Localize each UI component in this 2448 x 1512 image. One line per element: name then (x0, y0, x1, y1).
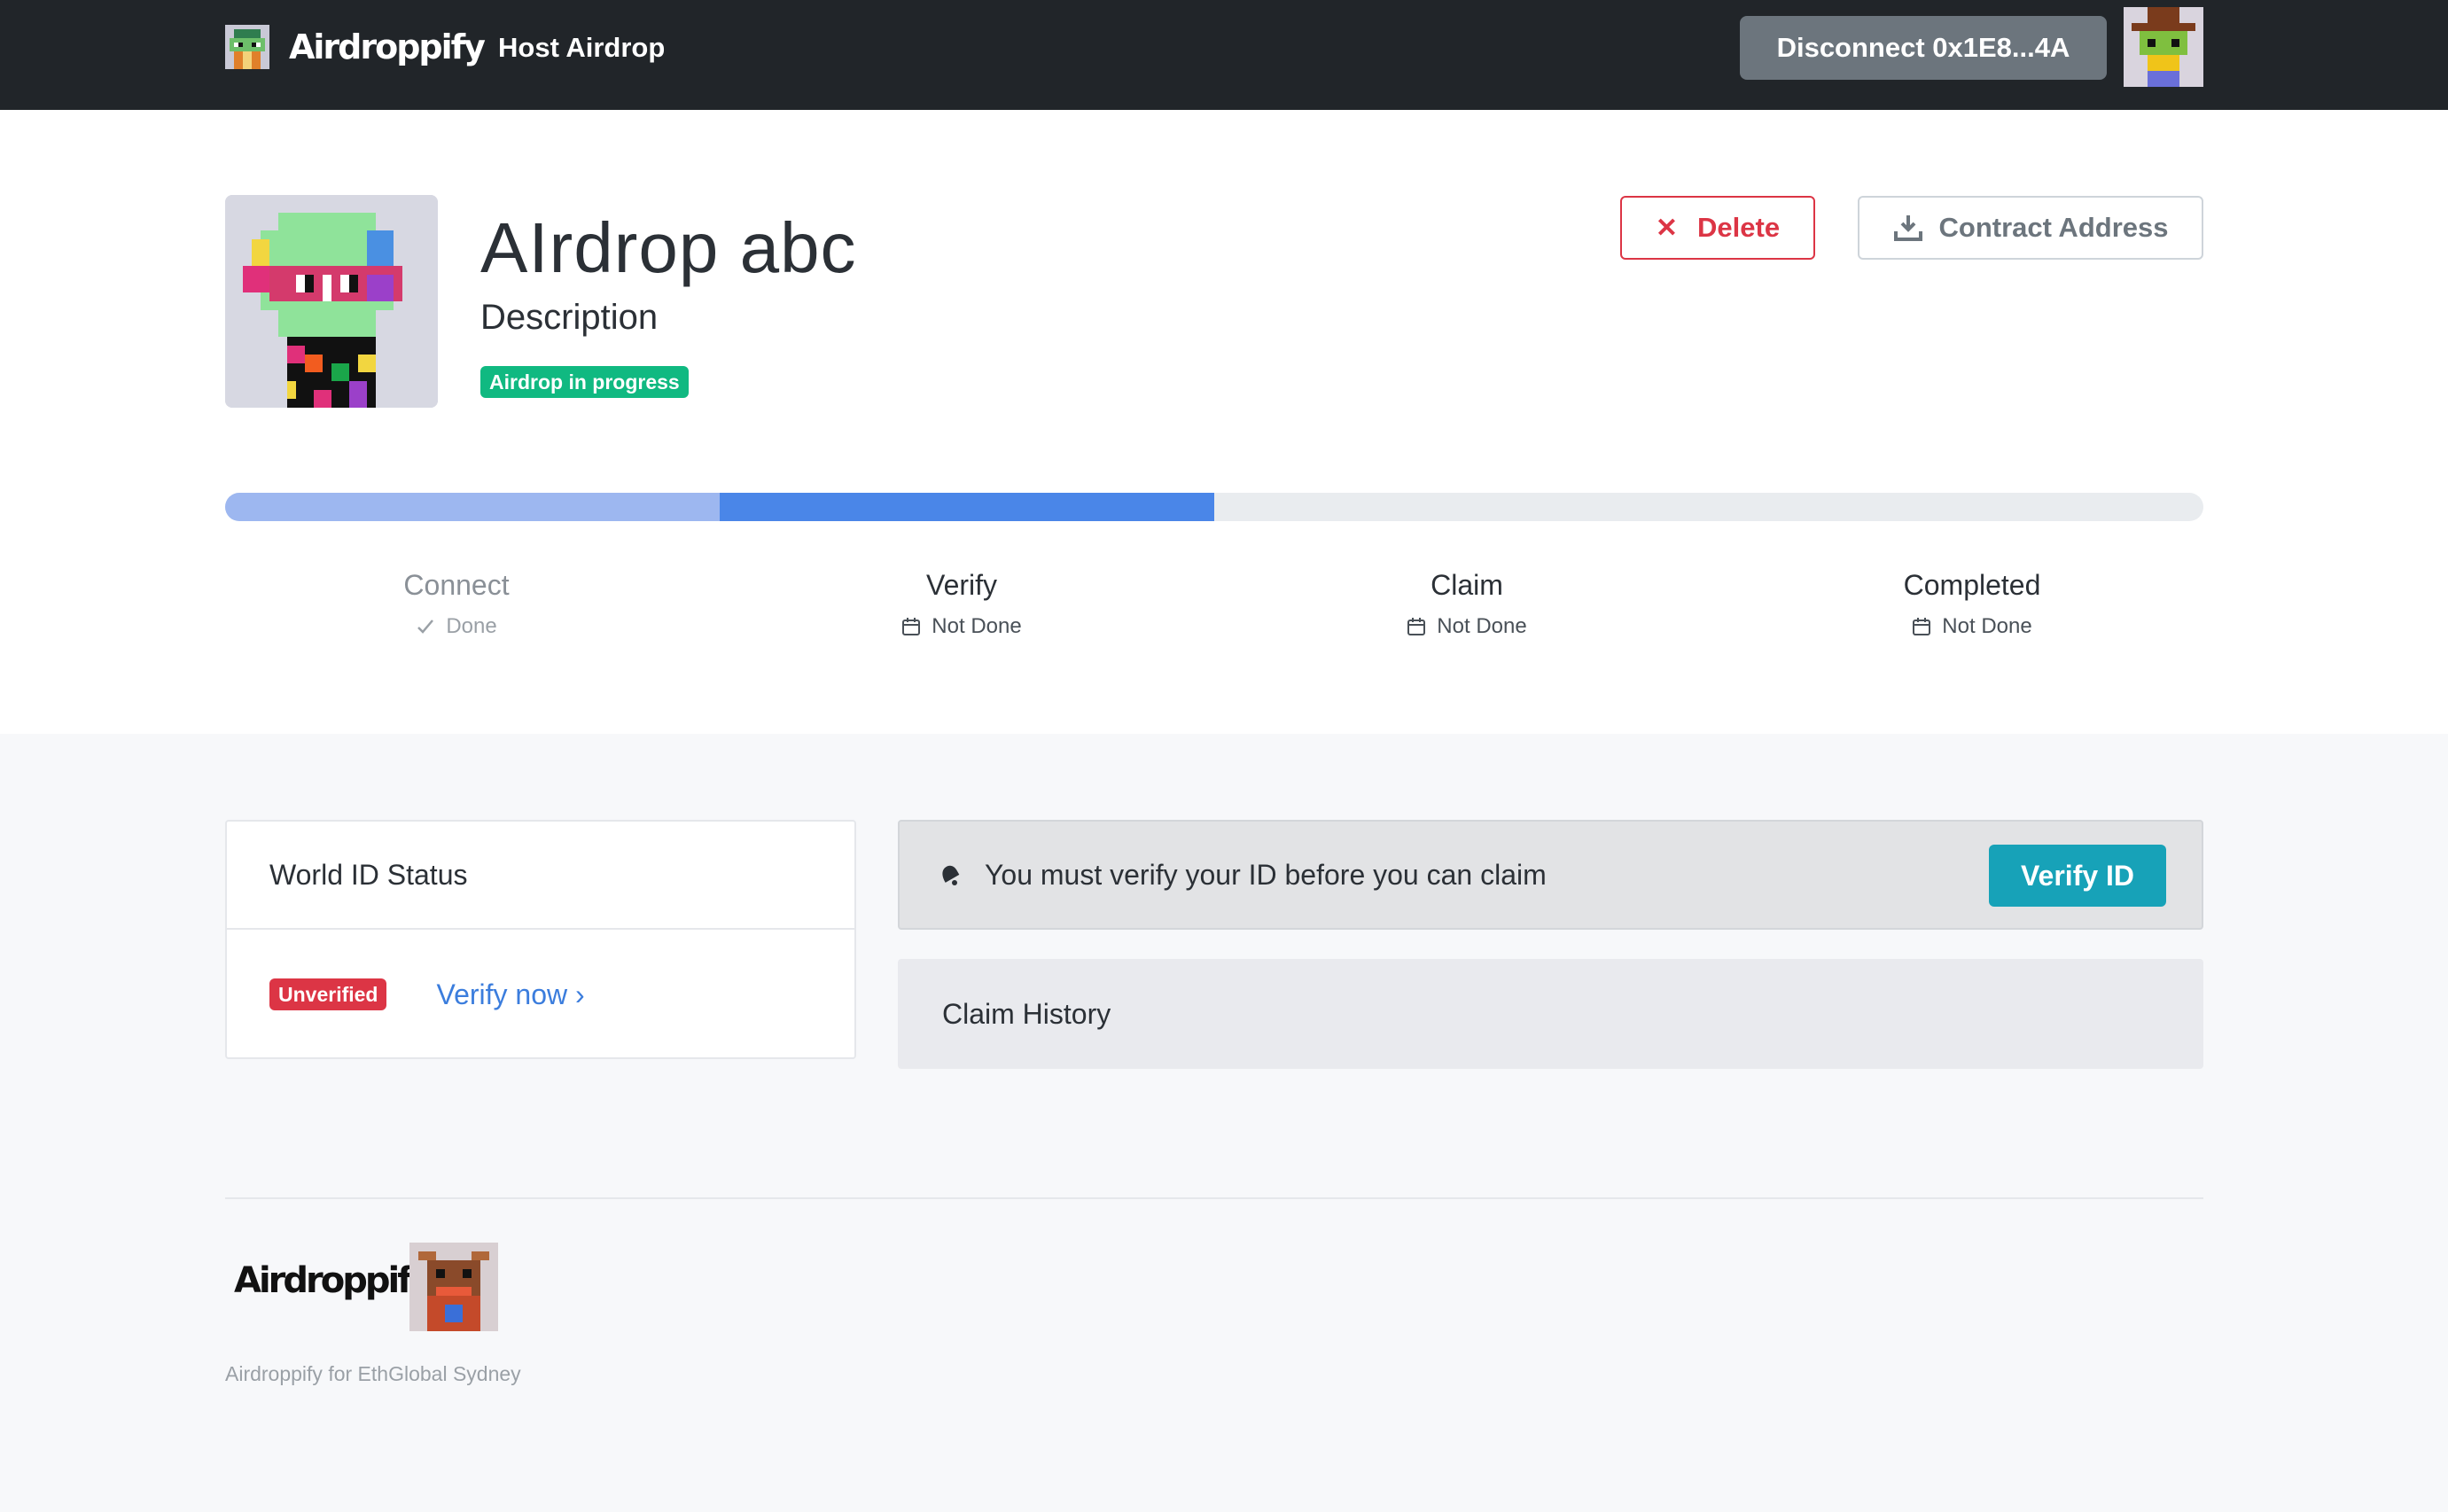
step-status-label: Not Done (932, 614, 1022, 638)
step-status: Not Done (1839, 613, 2105, 640)
disconnect-button[interactable]: Disconnect 0x1E8...4A (1740, 16, 2107, 80)
step-claim: Claim Not Done (1334, 567, 1600, 640)
avatar[interactable] (2124, 7, 2203, 87)
progress-bar (225, 493, 2203, 521)
airdrop-title: AIrdrop abc (480, 208, 857, 287)
airdrop-description: Description (480, 298, 659, 337)
progress-current-segment (720, 493, 1214, 521)
step-status: Not Done (1334, 613, 1600, 640)
footer-brand: Airdroppify (234, 1260, 433, 1301)
calendar-icon (1912, 617, 1931, 636)
world-id-card-title: World ID Status (227, 822, 854, 930)
footer-divider (225, 1197, 2203, 1199)
step-status-label: Not Done (1437, 614, 1527, 638)
step-name: Connect (403, 569, 510, 601)
contract-address-label: Contract Address (1938, 212, 2169, 243)
verify-id-button[interactable]: Verify ID (1989, 845, 2166, 907)
verify-now-link[interactable]: Verify now › (436, 978, 584, 1011)
step-name: Completed (1903, 569, 2041, 601)
world-id-card: World ID Status Unverified Verify now › (225, 820, 856, 1059)
host-airdrop-link[interactable]: Host Airdrop (498, 30, 665, 66)
status-badge: Airdrop in progress (480, 366, 689, 398)
step-status: Done (324, 613, 589, 640)
bell-icon (942, 865, 960, 885)
alert-message: You must verify your ID before you can c… (985, 858, 1547, 891)
navbar: Airdroppify Host Airdrop Disconnect 0x1E… (0, 0, 2448, 110)
contract-address-button[interactable]: Contract Address (1858, 196, 2203, 260)
step-connect: Connect Done (324, 567, 589, 640)
step-verify: Verify Not Done (829, 567, 1095, 640)
footer-note: Airdroppify for EthGlobal Sydney (225, 1362, 521, 1385)
delete-button[interactable]: ✕ Delete (1620, 196, 1815, 260)
verify-alert: You must verify your ID before you can c… (898, 820, 2203, 930)
claim-history-panel: Claim History (898, 959, 2203, 1069)
delete-label: Delete (1697, 212, 1781, 243)
brand-link[interactable]: Airdroppify (225, 25, 486, 69)
step-name: Verify (925, 569, 998, 601)
step-status: Not Done (829, 613, 1095, 640)
progress-done-segment (225, 493, 720, 521)
footer-avatar (409, 1243, 498, 1331)
brand-name: Airdroppify (289, 27, 486, 66)
step-name: Claim (1431, 569, 1503, 601)
calendar-icon (901, 617, 921, 636)
download-icon (1893, 215, 1922, 241)
step-completed: Completed Not Done (1839, 567, 2105, 640)
world-id-card-body: Unverified Verify now › (227, 930, 854, 1059)
calendar-icon (1407, 617, 1426, 636)
close-icon: ✕ (1655, 213, 1679, 243)
step-status-label: Done (446, 614, 497, 638)
airdrop-image (225, 195, 438, 408)
check-icon (416, 617, 435, 636)
brand-logo-icon (225, 25, 269, 69)
unverified-badge: Unverified (269, 978, 387, 1010)
step-status-label: Not Done (1942, 614, 2032, 638)
claim-history-title: Claim History (942, 997, 1111, 1030)
